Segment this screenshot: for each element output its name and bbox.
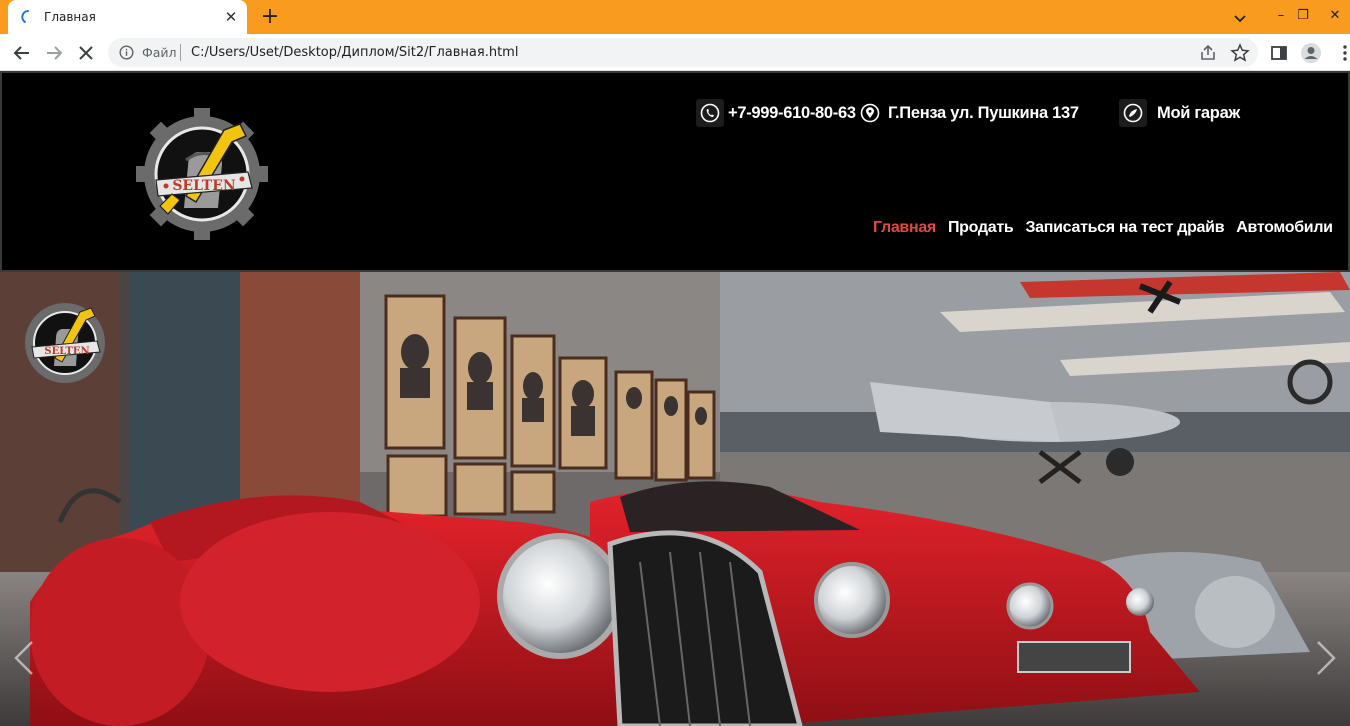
address-text: Г.Пенза ул. Пушкина 137 <box>888 103 1079 122</box>
menu-icon[interactable] <box>1334 42 1350 64</box>
bookmark-star-icon[interactable] <box>1229 42 1251 64</box>
new-tab-button[interactable]: + <box>258 5 282 29</box>
main-nav: Главная Продать Записаться на тест драйв… <box>873 219 1345 237</box>
browser-tab[interactable]: Главная ✕ <box>8 0 247 34</box>
tab-search-icon[interactable] <box>1230 8 1250 28</box>
slider-prev-arrow-icon[interactable] <box>10 638 38 678</box>
my-garage-link[interactable]: Мой гараж <box>1119 99 1240 127</box>
phone-icon <box>696 99 724 127</box>
profile-icon[interactable] <box>1300 42 1322 64</box>
garage-icon <box>1119 99 1147 127</box>
address-contact: Г.Пенза ул. Пушкина 137 <box>856 99 1079 127</box>
hero-watermark-logo: SELTEN <box>25 303 105 383</box>
browser-tab-strip: Главная ✕ + – ❐ ✕ <box>0 0 1350 34</box>
nav-item-home[interactable]: Главная <box>873 219 936 237</box>
scheme-label: Файл <box>142 45 177 60</box>
tab-title: Главная <box>44 10 96 24</box>
restore-button[interactable]: ❐ <box>1288 0 1318 34</box>
hero-slider[interactable]: SELTEN <box>0 272 1350 726</box>
address-bar[interactable]: Файл C:/Users/Uset/Desktop/Диплом/Sit2/Г… <box>108 38 1258 67</box>
nav-item-cars[interactable]: Автомобили <box>1236 219 1333 237</box>
stop-loading-icon[interactable] <box>75 42 97 64</box>
nav-item-sell[interactable]: Продать <box>948 219 1014 237</box>
phone-number[interactable]: +7-999-610-80-63 <box>728 104 856 123</box>
tab-close-button[interactable]: ✕ <box>222 8 240 26</box>
phone-contact[interactable]: +7-999-610-80-63 <box>696 99 856 127</box>
logo-text: SELTEN <box>172 178 236 194</box>
location-pin-icon <box>856 99 884 127</box>
site-header: SELTEN +7-999-610-80-63 Г.Пенза ул. Пушк… <box>0 71 1350 272</box>
hero-logo-text: SELTEN <box>44 346 89 357</box>
side-panel-icon[interactable] <box>1268 42 1290 64</box>
slider-next-arrow-icon[interactable] <box>1312 638 1340 678</box>
garage-label[interactable]: Мой гараж <box>1157 104 1240 123</box>
hero-image-red-vintage-cars <box>0 272 1350 726</box>
back-icon[interactable] <box>11 42 33 64</box>
nav-item-test-drive[interactable]: Записаться на тест драйв <box>1025 219 1224 237</box>
selten-logo[interactable]: SELTEN <box>136 108 268 240</box>
loading-spinner-icon <box>21 10 29 23</box>
close-window-button[interactable]: ✕ <box>1320 0 1350 34</box>
browser-toolbar: Файл C:/Users/Uset/Desktop/Диплом/Sit2/Г… <box>0 34 1350 71</box>
share-icon[interactable] <box>1197 42 1219 64</box>
url-text[interactable]: C:/Users/Uset/Desktop/Диплом/Sit2/Главна… <box>191 45 518 60</box>
forward-icon[interactable] <box>43 42 65 64</box>
address-separator <box>180 44 181 61</box>
info-icon[interactable] <box>119 45 134 60</box>
